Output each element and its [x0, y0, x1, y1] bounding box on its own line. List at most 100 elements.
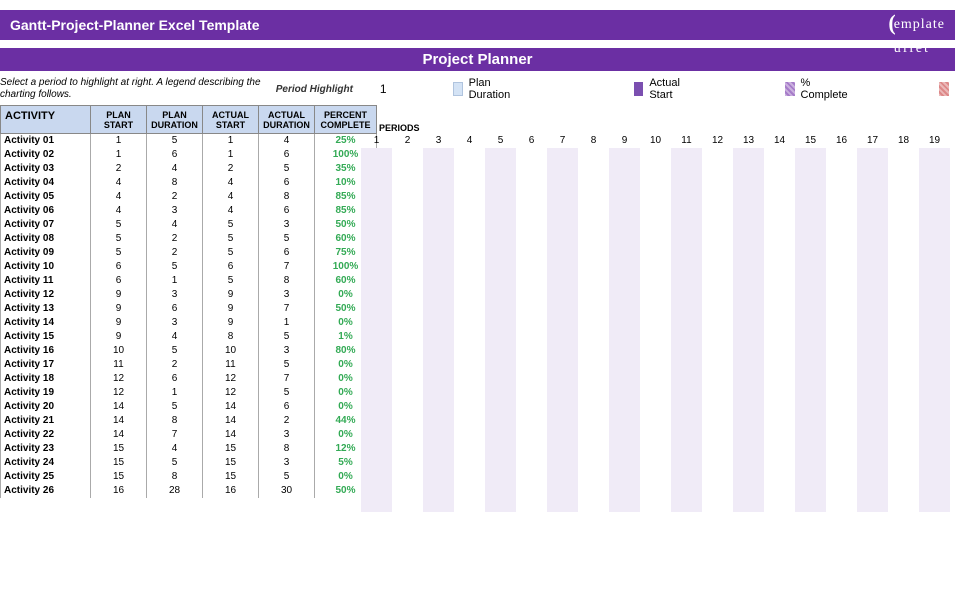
gantt-cell	[826, 288, 857, 302]
gantt-cell	[640, 414, 671, 428]
table-row[interactable]: Activity 1293930%	[1, 288, 377, 302]
gantt-cell	[733, 358, 764, 372]
cell-plan-start: 14	[91, 400, 147, 414]
table-row[interactable]: Activity 04484610%	[1, 176, 377, 190]
table-row[interactable]: Activity 1594851%	[1, 330, 377, 344]
gantt-cell	[423, 288, 454, 302]
gantt-cell	[919, 442, 950, 456]
gantt-cell	[764, 484, 795, 498]
gantt-cell	[919, 456, 950, 470]
gantt-cell	[640, 428, 671, 442]
cell-activity: Activity 26	[1, 484, 91, 498]
gantt-cell	[888, 330, 919, 344]
gantt-cell	[826, 190, 857, 204]
cell-actual-dur: 7	[259, 260, 315, 274]
gantt-cell	[857, 498, 888, 512]
gantt-cell	[516, 330, 547, 344]
table-row[interactable]: Activity 251581550%	[1, 470, 377, 484]
page-title: Gantt-Project-Planner Excel Template	[10, 17, 259, 33]
cell-actual-dur: 5	[259, 358, 315, 372]
gantt-cell	[795, 246, 826, 260]
gantt-cell	[609, 232, 640, 246]
period-highlight-input[interactable]: 1	[364, 82, 403, 96]
table-row[interactable]: Activity 08525560%	[1, 232, 377, 246]
table-row[interactable]: Activity 09525675%	[1, 246, 377, 260]
cell-actual-start: 5	[203, 218, 259, 232]
gantt-cell	[423, 190, 454, 204]
gantt-cell	[671, 316, 702, 330]
gantt-cell	[392, 316, 423, 330]
table-row[interactable]: Activity 11615860%	[1, 274, 377, 288]
gantt-cell	[764, 204, 795, 218]
col-actual-start: ACTUAL START	[203, 106, 259, 134]
cell-actual-start: 2	[203, 162, 259, 176]
table-row[interactable]: Activity 13969750%	[1, 302, 377, 316]
gantt-cell	[764, 246, 795, 260]
table-row[interactable]: Activity 06434685%	[1, 204, 377, 218]
gantt-cell	[733, 232, 764, 246]
gantt-row	[361, 148, 955, 162]
table-row[interactable]: Activity 05424885%	[1, 190, 377, 204]
gantt-cell	[671, 428, 702, 442]
swatch-plan-icon	[453, 82, 463, 96]
table-row[interactable]: Activity 261628163050%	[1, 484, 377, 498]
gantt-cell	[609, 288, 640, 302]
gantt-cell	[516, 246, 547, 260]
gantt-cell	[609, 442, 640, 456]
gantt-cell	[919, 386, 950, 400]
gantt-cell	[361, 274, 392, 288]
table-row[interactable]: Activity 191211250%	[1, 386, 377, 400]
gantt-cell	[423, 386, 454, 400]
gantt-cell	[764, 428, 795, 442]
gantt-cell	[578, 204, 609, 218]
table-row[interactable]: Activity 181261270%	[1, 372, 377, 386]
gantt-cell	[733, 442, 764, 456]
table-row[interactable]: Activity 221471430%	[1, 428, 377, 442]
cell-actual-start: 12	[203, 372, 259, 386]
cell-activity: Activity 23	[1, 442, 91, 456]
gantt-cell	[516, 232, 547, 246]
cell-plan-dur: 5	[147, 344, 203, 358]
gantt-cell	[888, 442, 919, 456]
gantt-cell	[857, 484, 888, 498]
gantt-cell	[826, 456, 857, 470]
table-row[interactable]: Activity 07545350%	[1, 218, 377, 232]
cell-actual-dur: 5	[259, 470, 315, 484]
gantt-cell	[485, 498, 516, 512]
cell-actual-start: 15	[203, 442, 259, 456]
gantt-cell	[826, 176, 857, 190]
cell-actual-dur: 4	[259, 134, 315, 148]
gantt-cell	[795, 232, 826, 246]
gantt-cell	[702, 456, 733, 470]
gantt-cell	[485, 316, 516, 330]
table-row[interactable]: Activity 2114814244%	[1, 414, 377, 428]
cell-actual-start: 1	[203, 134, 259, 148]
table-row[interactable]: Activity 01151425%	[1, 134, 377, 148]
gantt-cell	[764, 148, 795, 162]
table-row[interactable]: Activity 1493910%	[1, 316, 377, 330]
gantt-cell	[857, 162, 888, 176]
gantt-cell	[609, 456, 640, 470]
swatch-beyond-icon	[939, 82, 949, 96]
table-row[interactable]: Activity 021616100%	[1, 148, 377, 162]
gantt-cell	[826, 302, 857, 316]
cell-activity: Activity 25	[1, 470, 91, 484]
table-row[interactable]: Activity 171121150%	[1, 358, 377, 372]
table-row[interactable]: Activity 03242535%	[1, 162, 377, 176]
gantt-cell	[640, 498, 671, 512]
gantt-cell	[361, 316, 392, 330]
table-row[interactable]: Activity 201451460%	[1, 400, 377, 414]
table-row[interactable]: Activity 1610510380%	[1, 344, 377, 358]
gantt-cell	[671, 330, 702, 344]
gantt-cell	[454, 274, 485, 288]
table-row[interactable]: Activity 241551535%	[1, 456, 377, 470]
gantt-cell	[361, 414, 392, 428]
gantt-cell	[516, 358, 547, 372]
cell-actual-dur: 5	[259, 232, 315, 246]
gantt-cell	[702, 414, 733, 428]
gantt-cell	[764, 358, 795, 372]
cell-actual-dur: 6	[259, 400, 315, 414]
table-row[interactable]: Activity 2315415812%	[1, 442, 377, 456]
cell-activity: Activity 10	[1, 260, 91, 274]
table-row[interactable]: Activity 106567100%	[1, 260, 377, 274]
